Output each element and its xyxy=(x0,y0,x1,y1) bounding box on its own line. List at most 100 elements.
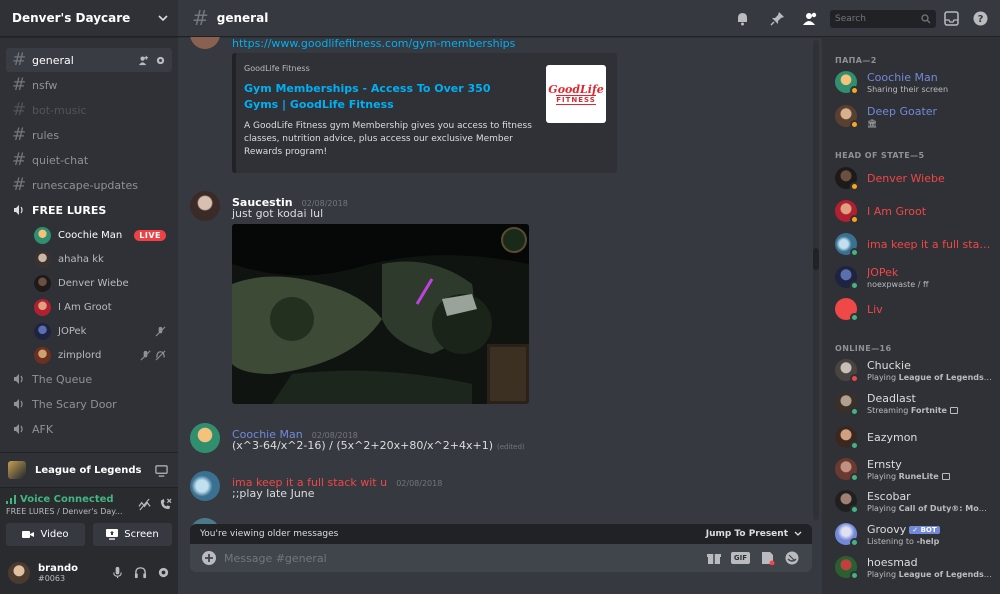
older-messages-notice: You're viewing older messages xyxy=(200,529,339,539)
member-status: 🏛 xyxy=(867,118,878,128)
member-item[interactable]: Deep Goater 🏛 xyxy=(835,101,995,131)
edited-label: (edited) xyxy=(497,443,525,451)
avatar[interactable] xyxy=(190,471,220,501)
voice-connected-label[interactable]: Voice Connected xyxy=(6,494,138,505)
gift-icon[interactable] xyxy=(706,551,722,565)
avatar[interactable] xyxy=(8,561,30,584)
go-live-icon[interactable] xyxy=(155,464,168,477)
voice-channel-afk[interactable]: AFK xyxy=(6,417,172,441)
voice-channel-the-scary-door[interactable]: The Scary Door xyxy=(6,392,172,416)
channel-quiet-chat[interactable]: # quiet-chat xyxy=(6,148,172,172)
voice-user-name: zimplord xyxy=(58,349,102,361)
pin-icon[interactable] xyxy=(770,11,785,26)
message-timestamp: 02/08/2018 xyxy=(396,479,443,488)
channel-bot-music[interactable]: # bot-music xyxy=(6,98,172,122)
member-item[interactable]: Escobar Playing Call of Duty®: Mod... xyxy=(835,486,995,516)
server-name: Denver's Daycare xyxy=(12,11,131,25)
camera-icon xyxy=(22,531,35,538)
member-item[interactable]: Eazymon xyxy=(835,422,995,452)
scrollbar-track[interactable] xyxy=(813,40,819,520)
emoji-icon[interactable] xyxy=(784,551,800,565)
member-item[interactable]: Deadlast Streaming Fortnite xyxy=(835,388,995,418)
add-attachment-icon[interactable] xyxy=(202,551,216,565)
avatar[interactable] xyxy=(190,423,220,453)
member-item[interactable]: Coochie Man Sharing their screen xyxy=(835,67,995,97)
member-name: Denver Wiebe xyxy=(867,171,945,185)
game-activity-bar: League of Legends xyxy=(0,452,178,487)
message-link[interactable]: https://www.goodlifefitness.com/gym-memb… xyxy=(232,37,515,50)
logo-line-2: FITNESS xyxy=(556,94,596,105)
voice-user-name: Coochie Man xyxy=(58,229,123,241)
screenshot-attachment[interactable] xyxy=(232,224,529,404)
member-item[interactable]: Ernsty Playing RuneLite xyxy=(835,454,995,484)
help-icon[interactable]: ? xyxy=(973,11,988,26)
voice-user[interactable]: zimplord xyxy=(28,343,172,367)
svg-text:?: ? xyxy=(978,14,984,25)
inbox-icon[interactable] xyxy=(944,11,959,26)
logo-line-1: GoodLife xyxy=(548,82,604,96)
disconnect-icon[interactable] xyxy=(159,498,172,511)
sticker-icon[interactable] xyxy=(759,551,775,565)
member-name: Escobar xyxy=(867,489,911,503)
runescape-screenshot-image xyxy=(232,224,529,404)
message-input[interactable] xyxy=(224,551,697,565)
mic-muted-icon xyxy=(155,326,166,336)
voice-channel-path[interactable]: FREE LURES / Denver's Day... xyxy=(6,507,138,516)
gif-button[interactable]: GIF xyxy=(730,552,750,564)
microphone-icon[interactable] xyxy=(111,566,124,579)
member-item[interactable]: hoesmad Playing League of Legends xyxy=(835,552,995,582)
older-messages-bar: You're viewing older messages Jump To Pr… xyxy=(190,524,812,544)
avatar xyxy=(835,490,859,514)
gear-icon[interactable] xyxy=(157,566,170,579)
hash-icon: # xyxy=(12,149,27,170)
voice-channel-the-queue[interactable]: The Queue xyxy=(6,367,172,391)
voice-user[interactable]: Denver Wiebe xyxy=(28,271,172,295)
gear-icon[interactable] xyxy=(155,55,166,66)
member-item[interactable]: Chuckie Playing League of Legends xyxy=(835,355,995,385)
video-button[interactable]: Video xyxy=(6,523,85,546)
voice-channel-free-lures[interactable]: FREE LURES xyxy=(6,198,172,222)
member-item[interactable]: ima keep it a full stack wit u xyxy=(835,229,995,259)
member-item[interactable]: Denver Wiebe xyxy=(835,163,995,193)
avatar xyxy=(34,250,51,268)
member-item[interactable]: Groovy ✓ BOT Listening to -help xyxy=(835,519,995,549)
avatar xyxy=(835,556,859,580)
voice-user[interactable]: Coochie Man LIVE xyxy=(28,223,172,247)
avatar[interactable] xyxy=(190,37,220,49)
embed-title[interactable]: Gym Memberships - Access To Over 350 Gym… xyxy=(244,81,514,113)
avatar[interactable] xyxy=(190,191,220,221)
avatar xyxy=(34,346,51,364)
voice-user[interactable]: JOPek xyxy=(28,319,172,343)
avatar xyxy=(835,359,859,383)
embed-description: A GoodLife Fitness gym Membership gives … xyxy=(244,121,532,157)
member-item[interactable]: JOPek noexpwaste / ff xyxy=(835,262,995,292)
member-status: Streaming Fortnite xyxy=(867,406,958,415)
channel-general[interactable]: # general xyxy=(6,48,172,72)
member-item[interactable]: Liv xyxy=(835,294,995,324)
member-status: Playing League of Legends xyxy=(867,373,992,382)
server-header[interactable]: Denver's Daycare xyxy=(0,0,178,37)
speaker-icon xyxy=(14,424,23,434)
member-name: JOPek xyxy=(867,265,899,279)
headphones-icon[interactable] xyxy=(134,566,147,579)
screen-share-button[interactable]: Screen xyxy=(93,523,172,546)
noise-suppression-icon[interactable] xyxy=(138,498,151,511)
channel-runescape-updates[interactable]: # runescape-updates xyxy=(6,173,172,197)
channel-rules[interactable]: # rules xyxy=(6,123,172,147)
member-name: Eazymon xyxy=(867,430,918,444)
search-input[interactable]: Search xyxy=(830,9,936,28)
avatar xyxy=(835,426,859,450)
bell-icon[interactable] xyxy=(735,11,750,26)
goodlife-logo[interactable]: GoodLife FITNESS xyxy=(546,65,606,123)
invite-icon[interactable] xyxy=(138,55,149,66)
avatar xyxy=(835,200,859,224)
member-item[interactable]: I Am Groot xyxy=(835,196,995,226)
voice-user[interactable]: ahaha kk xyxy=(28,247,172,271)
channel-nsfw[interactable]: # nsfw xyxy=(6,73,172,97)
voice-user[interactable]: I Am Groot xyxy=(28,295,172,319)
discord-app: Denver's Daycare # general # nsfw # bot-… xyxy=(0,0,1000,594)
scrollbar-thumb[interactable] xyxy=(813,248,819,270)
member-list: ПАПА—2 Coochie Man Sharing their screen D… xyxy=(822,37,1000,594)
jump-to-present-button[interactable]: Jump To Present xyxy=(706,529,802,539)
members-icon[interactable] xyxy=(803,11,818,26)
